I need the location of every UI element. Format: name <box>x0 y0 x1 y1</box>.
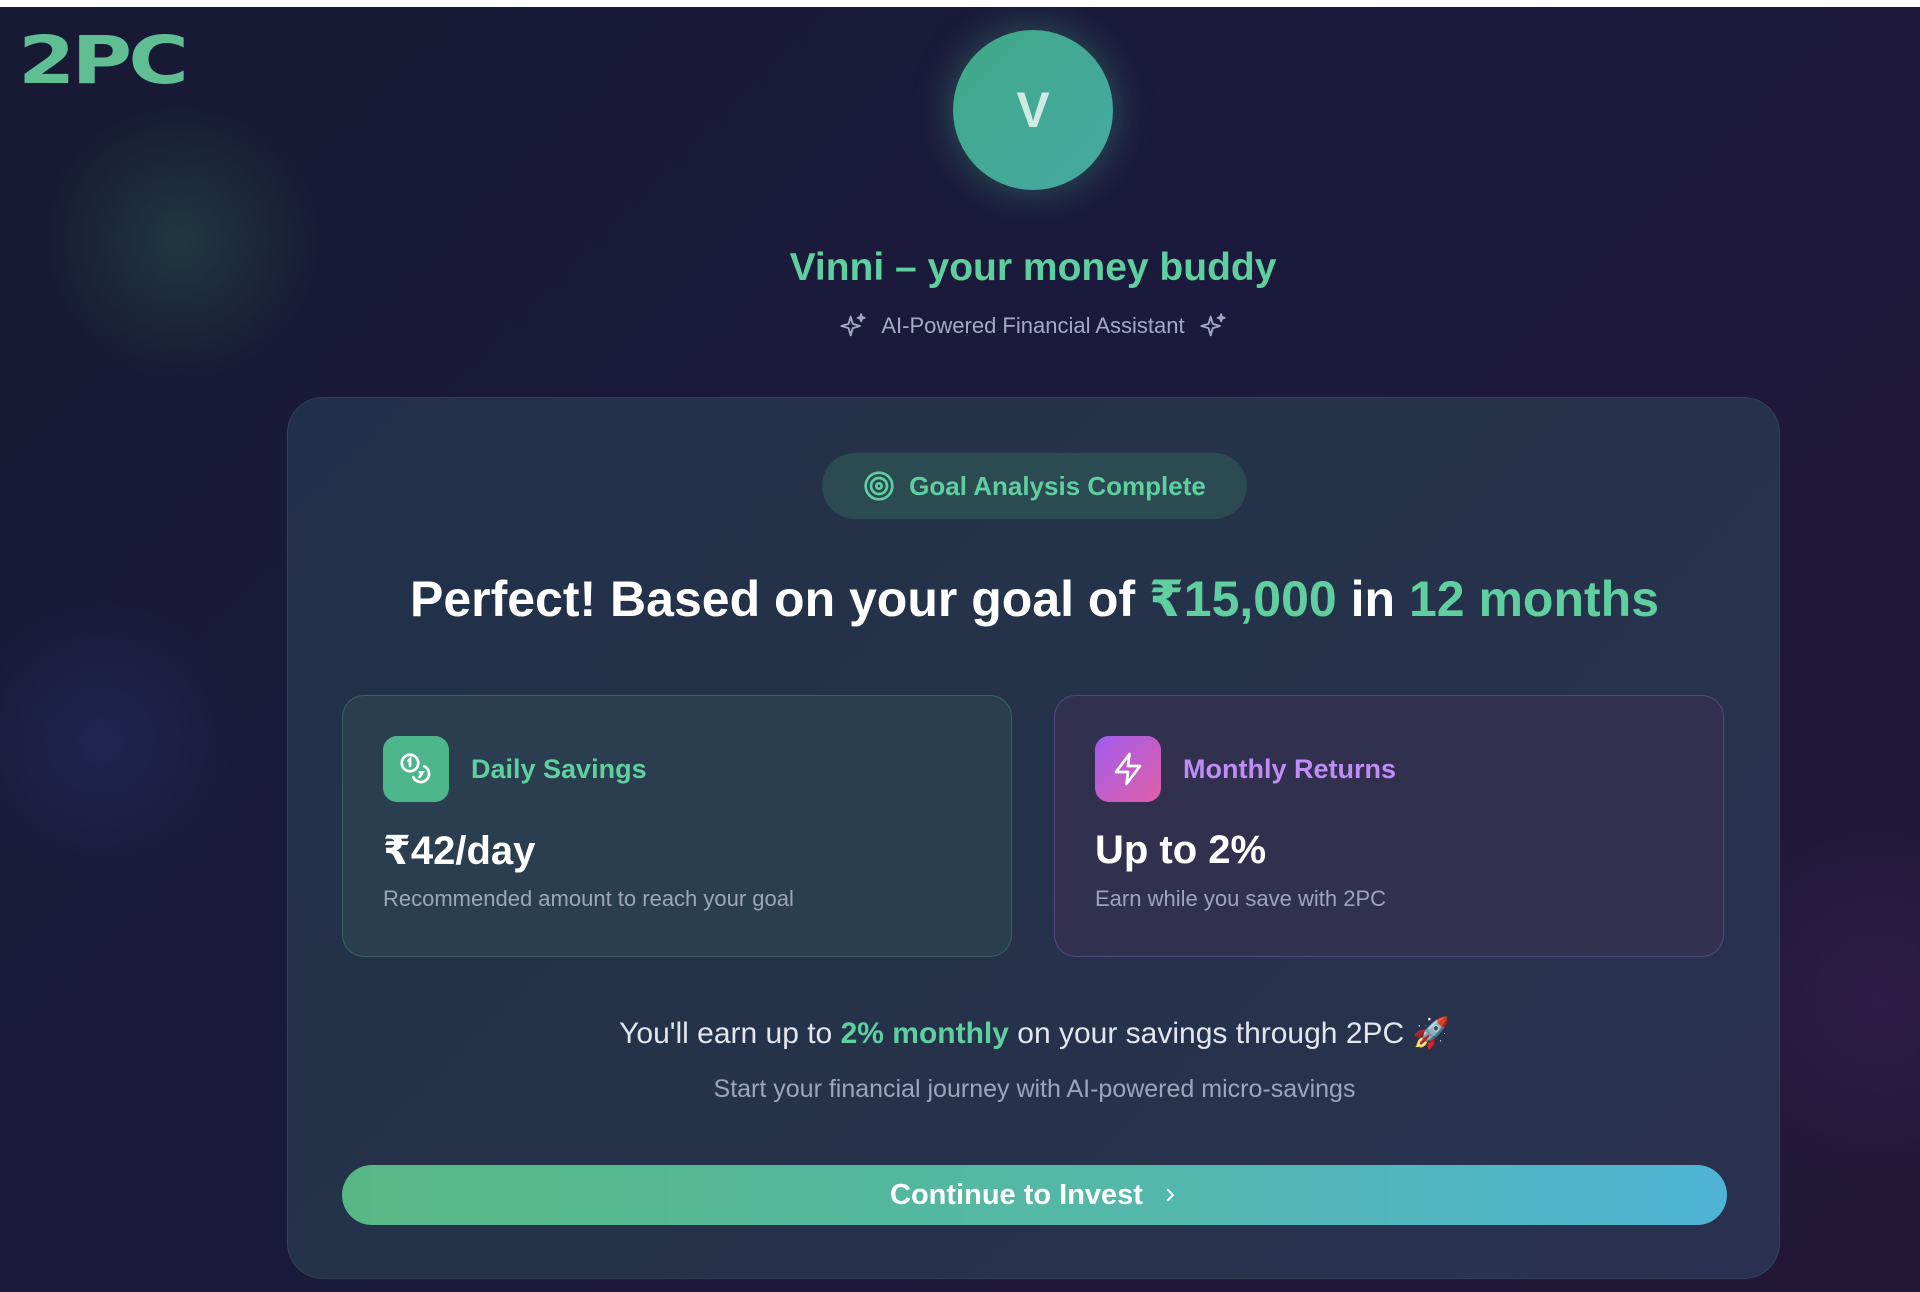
goal-analysis-card: Goal Analysis Complete Perfect! Based on… <box>287 397 1780 1279</box>
monthly-returns-value: Up to 2% <box>1095 828 1267 872</box>
daily-savings-label: Daily Savings <box>471 754 647 784</box>
target-icon <box>864 471 894 501</box>
headline-prefix: Perfect! Based on your goal of <box>409 571 1149 627</box>
goal-headline: Perfect! Based on your goal of ₹15,000 i… <box>288 570 1781 628</box>
subtitle-text: AI-Powered Financial Assistant <box>881 313 1185 338</box>
assistant-subtitle: AI-Powered Financial Assistant <box>0 312 1920 340</box>
daily-savings-description: Recommended amount to reach your goal <box>383 886 794 911</box>
journey-message: Start your financial journey with AI-pow… <box>713 1075 1356 1103</box>
monthly-returns-description: Earn while you save with 2PC <box>1095 886 1387 911</box>
daily-savings-value: ₹42/day <box>383 829 536 873</box>
earn-message: You'll earn up to 2% monthly on your sav… <box>288 1016 1781 1051</box>
badge-label: Goal Analysis Complete <box>909 470 1206 501</box>
brand-logo[interactable]: 2PC <box>18 28 189 94</box>
chevron-right-icon <box>1166 1188 1174 1202</box>
coins-icon <box>383 736 449 802</box>
sparkle-icon <box>1200 313 1226 337</box>
status-badge: Goal Analysis Complete <box>822 453 1247 519</box>
goal-amount: ₹15,000 <box>1149 571 1337 627</box>
monthly-returns-label: Monthly Returns <box>1183 754 1396 784</box>
earn-prefix: You'll earn up to <box>619 1017 841 1050</box>
earn-highlight: 2% monthly <box>840 1017 1009 1050</box>
daily-savings-card: Daily Savings ₹42/day Recommended amount… <box>342 695 1012 957</box>
assistant-avatar: V <box>953 30 1113 190</box>
monthly-returns-card: Monthly Returns Up to 2% Earn while you … <box>1054 695 1724 957</box>
goal-duration: 12 months <box>1408 571 1660 627</box>
earn-suffix: on your savings through 2PC 🚀 <box>1008 1017 1450 1050</box>
sparkle-icon <box>840 313 866 337</box>
continue-to-invest-button[interactable]: Continue to Invest <box>342 1165 1727 1225</box>
avatar-initial: V <box>1016 82 1050 138</box>
headline-middle: in <box>1336 571 1409 627</box>
lightning-icon <box>1095 736 1161 802</box>
top-strip <box>0 0 1920 7</box>
cta-label: Continue to Invest <box>890 1178 1143 1211</box>
assistant-title: Vinni – your money buddy <box>789 246 1277 289</box>
